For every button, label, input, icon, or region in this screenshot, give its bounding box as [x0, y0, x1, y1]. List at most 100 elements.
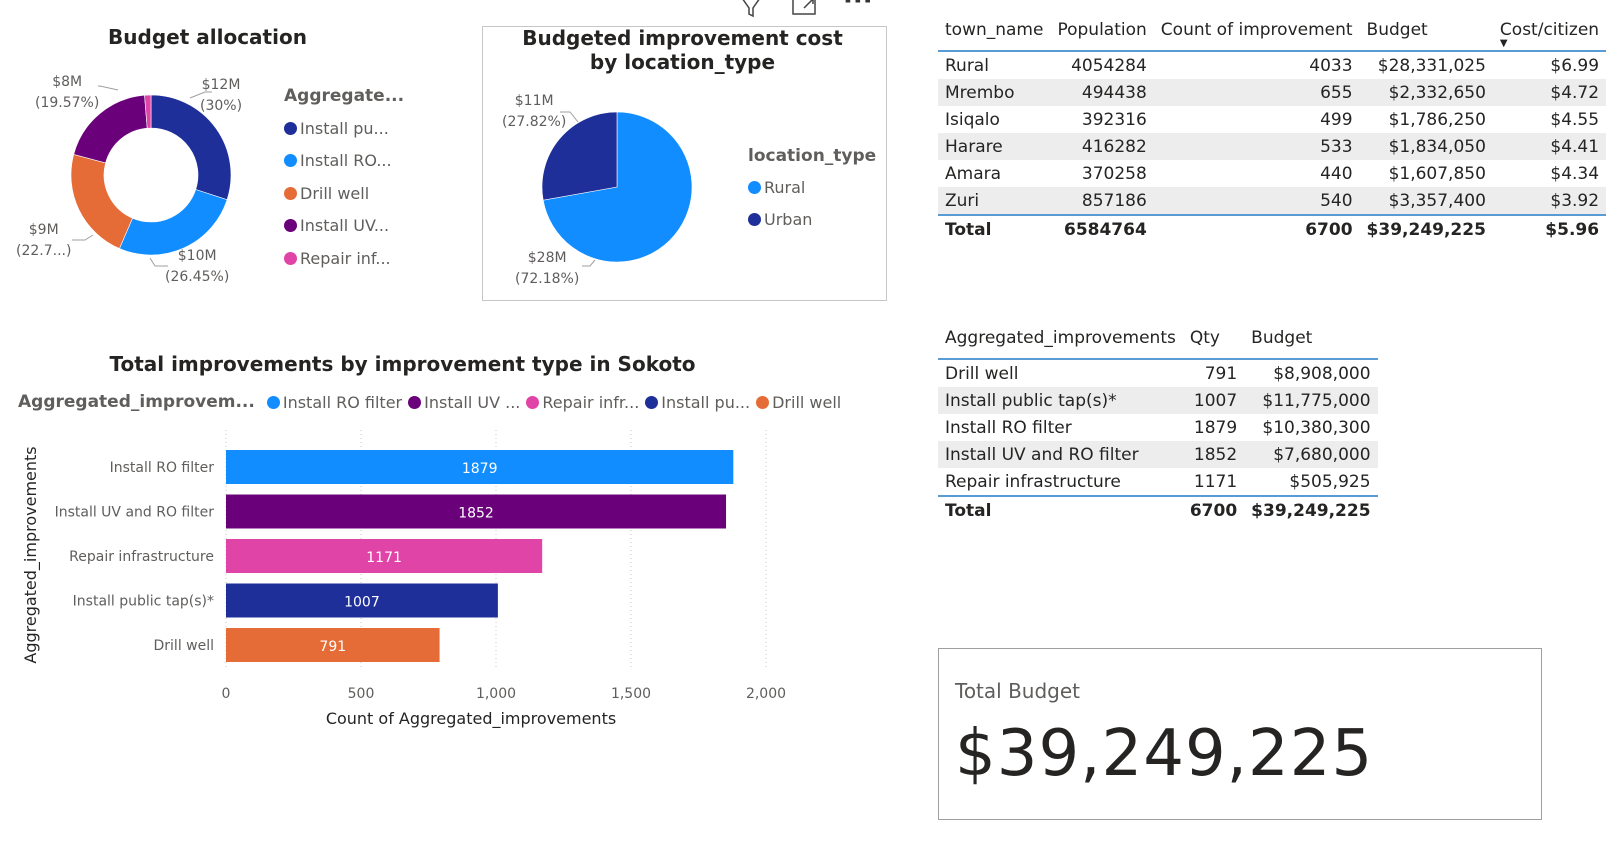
donut-slice[interactable] — [70, 154, 133, 249]
leader-line — [582, 259, 596, 267]
improvements-bar-chart[interactable]: 0 500 1,000 1,500 2,000 1879 Install RO filter… — [0, 420, 820, 740]
table-row[interactable]: Rural 4054284 4033 $28,331,025 $6.99 — [938, 51, 1606, 79]
pie-label-11m: $11M (27.82%) — [502, 93, 567, 130]
bar-chart-title: Total improvements by improvement type i… — [109, 352, 696, 376]
table-total-row: Total 6584764 6700 $39,249,225 $5.96 — [938, 214, 1607, 243]
x-axis-title: Count of Aggregated_improvements — [326, 709, 616, 729]
sort-desc-icon[interactable]: ▼ — [1500, 38, 1508, 49]
table-cell: 1879 — [1193, 417, 1238, 438]
y-category-label: Install UV and RO filter — [55, 505, 215, 521]
donut-label-12m: $12M (30%) — [200, 77, 243, 114]
table-row[interactable]: Amara 370258 440 $1,607,850 $4.34 — [938, 160, 1606, 187]
card-value: $39,249,225 — [955, 717, 1374, 791]
table-row[interactable]: Install RO filter 1879 $10,380,300 — [938, 414, 1378, 441]
table-cell: $3.92 — [1492, 187, 1607, 215]
table-row[interactable]: Mrembo 494438 655 $2,332,650 $4.72 — [938, 79, 1607, 106]
x-tick-label: 1,500 — [611, 686, 651, 702]
table-cell: Repair infrastructure — [945, 471, 1121, 492]
pie-title: Budgeted improvement cost by location_ty… — [522, 26, 843, 74]
legend-item-rural[interactable]: Rural — [748, 171, 812, 203]
x-tick-label: 1,000 — [476, 686, 516, 702]
y-category-label: Install public tap(s)* — [73, 594, 214, 610]
table-row[interactable]: Harare 416282 533 $1,834,050 $4.41 — [938, 133, 1607, 160]
table-cell: $11,775,000 — [1244, 387, 1378, 414]
table-row[interactable]: Install UV and RO filter 1852 $7,680,000 — [938, 441, 1378, 468]
table-cell: 4054284 — [1071, 55, 1147, 76]
legend-item[interactable]: Repair inf... — [284, 242, 392, 275]
donut-label-9m: $9M (22.7...) — [16, 222, 72, 259]
col-cost-citizen[interactable]: Cost/citizen ▼ — [1492, 10, 1607, 52]
y-category-label: Drill well — [154, 638, 215, 654]
filter-icon[interactable] — [740, 0, 762, 18]
pie-legend: Rural Urban — [748, 171, 812, 235]
legend-item[interactable]: Drill well — [756, 393, 841, 412]
bar-value-label: 1171 — [366, 550, 402, 566]
table-cell: 791 — [1204, 363, 1238, 384]
leader-line — [72, 234, 94, 241]
col-budget[interactable]: Budget — [1244, 318, 1378, 360]
table-header-row: town_name Population Count of improvemen… — [938, 10, 1607, 52]
more-options-icon[interactable]: ··· — [843, 0, 873, 16]
col-qty[interactable]: Qty — [1182, 318, 1245, 360]
table-cell: Rural — [945, 55, 989, 76]
agg-table-container[interactable]: Aggregated_improvements Qty Budget Drill… — [938, 318, 1378, 524]
table-cell: Drill well — [945, 363, 1019, 384]
col-count[interactable]: Count of improvement — [1153, 10, 1360, 52]
table-row[interactable]: Install public tap(s)* 1007 $11,775,000 — [938, 387, 1378, 414]
table-cell: $10,380,300 — [1262, 417, 1371, 438]
aggregated-improvements-table: Aggregated_improvements Qty Budget Drill… — [938, 318, 1378, 524]
table-cell: $1,786,250 — [1388, 109, 1486, 130]
table-cell: 1007 — [1182, 387, 1245, 414]
legend-item[interactable]: Install UV ... — [408, 393, 520, 412]
y-axis-title: Aggregated_improvements — [21, 446, 41, 663]
donut-label-8m: $8M (19.57%) — [35, 74, 100, 111]
table-cell: $4.41 — [1492, 133, 1607, 160]
table-header-row: Aggregated_improvements Qty Budget — [938, 318, 1378, 360]
legend-item[interactable]: Repair infr... — [526, 393, 639, 412]
total-budget-card[interactable]: Total Budget $39,249,225 — [938, 648, 1542, 820]
bar-legend: Aggregated_improvem... Install RO filter… — [18, 392, 841, 412]
legend-item[interactable]: Install UV... — [284, 210, 392, 243]
table-row[interactable]: Drill well 791 $8,908,000 — [938, 359, 1378, 387]
legend-item[interactable]: Install pu... — [284, 112, 392, 145]
col-town-name[interactable]: town_name — [938, 10, 1051, 52]
bar-legend-title: Aggregated_improvem... — [18, 392, 255, 412]
table-cell: $6.99 — [1550, 55, 1600, 76]
table-cell: 533 — [1153, 133, 1360, 160]
table-cell: Amara — [945, 163, 1002, 184]
table-cell: Install public tap(s)* — [938, 387, 1183, 414]
col-aggregated-improvements[interactable]: Aggregated_improvements — [938, 318, 1183, 360]
table-cell: 494438 — [1050, 79, 1154, 106]
visual-toolbar: ··· — [735, 0, 885, 18]
table-cell: 499 — [1320, 109, 1353, 130]
bar-value-label: 1852 — [458, 506, 494, 522]
table-cell: Isiqalo — [945, 109, 1000, 130]
legend-item[interactable]: Install pu... — [645, 393, 750, 412]
legend-item[interactable]: Install RO filter — [266, 393, 402, 412]
table-cell: 370258 — [1081, 163, 1147, 184]
table-cell: 655 — [1153, 79, 1360, 106]
legend-item-urban[interactable]: Urban — [748, 203, 812, 235]
table-cell: 1171 — [1193, 471, 1238, 492]
focus-mode-icon[interactable] — [790, 0, 820, 18]
total-cell: $39,249,225 — [1244, 495, 1378, 524]
table-cell: $4.55 — [1550, 109, 1600, 130]
table-cell: 1852 — [1182, 441, 1245, 468]
x-tick-label: 0 — [222, 686, 231, 702]
legend-item[interactable]: Drill well — [284, 177, 392, 210]
table-cell: $8,908,000 — [1273, 363, 1371, 384]
table-row[interactable]: Isiqalo 392316 499 $1,786,250 $4.55 — [938, 106, 1606, 133]
total-cell: 6584764 — [1050, 214, 1154, 243]
table-cell: Harare — [938, 133, 1051, 160]
col-budget[interactable]: Budget — [1359, 10, 1493, 52]
leader-line — [98, 85, 119, 91]
table-cell: $505,925 — [1289, 471, 1371, 492]
legend-item[interactable]: Install RO... — [284, 145, 392, 178]
table-row[interactable]: Repair infrastructure 1171 $505,925 — [938, 468, 1378, 496]
col-population[interactable]: Population — [1050, 10, 1154, 52]
table-cell: 392316 — [1081, 109, 1147, 130]
total-cell: 6700 — [1182, 495, 1245, 524]
town-table-container[interactable]: town_name Population Count of improvemen… — [938, 10, 1607, 243]
table-total-row: Total 6700 $39,249,225 — [938, 495, 1378, 524]
table-row[interactable]: Zuri 857186 540 $3,357,400 $3.92 — [938, 187, 1607, 215]
